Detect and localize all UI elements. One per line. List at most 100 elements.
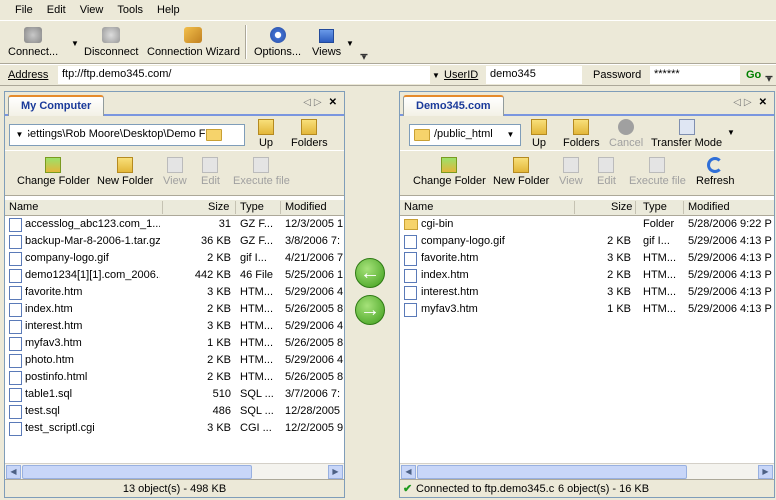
tab-nav-icons[interactable]: ◁▷ ✕ bbox=[733, 97, 770, 108]
go-button[interactable]: Go bbox=[746, 69, 761, 81]
col-name[interactable]: Name bbox=[404, 201, 433, 213]
list-item[interactable]: favorite.htm 3 KB HTM... 5/29/2006 4 bbox=[5, 284, 344, 301]
remote-path-combo[interactable]: /public_html ▼ bbox=[409, 124, 521, 146]
remote-edit-button[interactable]: Edit bbox=[597, 157, 616, 187]
col-modified[interactable]: Modified bbox=[285, 201, 327, 213]
address-dropdown-icon[interactable]: ▼ bbox=[432, 71, 440, 80]
connect-label: Connect... bbox=[8, 46, 59, 58]
list-item[interactable]: demo1234[1][1].com_2006... 442 KB 46 File 5… bbox=[5, 267, 344, 284]
userid-input[interactable]: demo345 bbox=[486, 66, 582, 84]
local-horizontal-scrollbar[interactable]: ◀ ▶ bbox=[5, 463, 344, 479]
local-execute-button[interactable]: Execute file bbox=[233, 157, 290, 187]
list-item[interactable]: backup-Mar-8-2006-1.tar.gz 36 KB GZ F... 3/… bbox=[5, 233, 344, 250]
menu-help[interactable]: Help bbox=[150, 0, 187, 20]
upload-arrow-button[interactable]: → bbox=[355, 295, 385, 325]
menu-edit[interactable]: Edit bbox=[40, 0, 73, 20]
list-item[interactable]: index.htm 2 KB HTM... 5/26/2005 8 bbox=[5, 301, 344, 318]
list-item[interactable]: company-logo.gif 2 KB gif I... 5/29/2006 4:… bbox=[400, 233, 774, 250]
file-icon bbox=[404, 269, 417, 283]
list-item[interactable]: table1.sql 510 SQL ... 3/7/2006 7: bbox=[5, 386, 344, 403]
list-item[interactable]: company-logo.gif 2 KB gif I... 4/21/2006 7 bbox=[5, 250, 344, 267]
file-modified: 5/25/2006 1 bbox=[285, 269, 344, 281]
password-label: Password bbox=[593, 69, 642, 81]
tab-my-computer[interactable]: My Computer bbox=[8, 95, 105, 116]
remote-up-label: Up bbox=[531, 137, 547, 149]
col-type[interactable]: Type bbox=[643, 201, 667, 213]
local-edit-button[interactable]: Edit bbox=[201, 157, 220, 187]
tab-nav-icons[interactable]: ◁▷ ✕ bbox=[303, 97, 340, 108]
scroll-thumb[interactable] bbox=[22, 465, 252, 479]
local-change-folder-label: Change Folder bbox=[17, 175, 90, 187]
cancel-button[interactable]: Cancel bbox=[609, 119, 643, 149]
list-item[interactable]: myfav3.htm 1 KB HTM... 5/29/2006 4:13 P bbox=[400, 301, 774, 318]
scroll-right-icon[interactable]: ▶ bbox=[758, 465, 773, 479]
tab-demo345[interactable]: Demo345.com bbox=[403, 95, 504, 116]
addressbar-overflow-icon[interactable]: ▁ ▾ bbox=[764, 68, 774, 84]
menu-file[interactable]: File bbox=[8, 0, 40, 20]
menu-tools[interactable]: Tools bbox=[110, 0, 150, 20]
file-size: 2 KB bbox=[207, 303, 231, 315]
refresh-button[interactable]: Refresh bbox=[696, 157, 735, 187]
close-icon[interactable]: ✕ bbox=[759, 97, 770, 108]
disconnect-icon bbox=[102, 27, 121, 43]
scroll-left-icon[interactable]: ◀ bbox=[6, 465, 21, 479]
connect-button[interactable]: Connect... bbox=[8, 23, 58, 61]
list-item[interactable]: interest.htm 3 KB HTM... 5/29/2006 4:13 P bbox=[400, 284, 774, 301]
local-up-label: Up bbox=[258, 137, 274, 149]
remote-view-button[interactable]: View bbox=[559, 157, 583, 187]
file-modified: 12/3/2005 1 bbox=[285, 218, 344, 230]
list-item[interactable]: photo.htm 2 KB HTM... 5/29/2006 4 bbox=[5, 352, 344, 369]
list-item[interactable]: postinfo.html 2 KB HTM... 5/26/2005 8 bbox=[5, 369, 344, 386]
list-item[interactable]: test.sql 486 SQL ... 12/28/2005 bbox=[5, 403, 344, 420]
remote-new-folder-button[interactable]: New Folder bbox=[493, 157, 549, 187]
transfer-mode-dropdown-icon[interactable]: ▼ bbox=[727, 128, 735, 137]
views-dropdown-icon[interactable]: ▼ bbox=[346, 39, 354, 48]
local-new-folder-button[interactable]: New Folder bbox=[97, 157, 153, 187]
list-item[interactable]: accesslog_abc123.com_1... 31 GZ F... 12/3/2… bbox=[5, 216, 344, 233]
execute-icon bbox=[253, 157, 270, 173]
list-item[interactable]: favorite.htm 3 KB HTM... 5/29/2006 4:13 P bbox=[400, 250, 774, 267]
refresh-icon bbox=[707, 157, 724, 173]
local-view-button[interactable]: View bbox=[163, 157, 187, 187]
toolbar-overflow-icon[interactable]: ▁ ▾ bbox=[359, 46, 369, 62]
close-icon[interactable]: ✕ bbox=[329, 97, 340, 108]
connect-dropdown-icon[interactable]: ▼ bbox=[71, 39, 79, 48]
remote-change-folder-button[interactable]: Change Folder bbox=[413, 157, 486, 187]
list-item[interactable]: interest.htm 3 KB HTM... 5/29/2006 4 bbox=[5, 318, 344, 335]
password-input[interactable]: ****** bbox=[650, 66, 740, 84]
list-item[interactable]: test_scriptl.cgi 3 KB CGI ... 12/2/2005 9 bbox=[5, 420, 344, 437]
col-type[interactable]: Type bbox=[240, 201, 264, 213]
remote-folders-button[interactable]: Folders bbox=[563, 119, 600, 149]
disconnect-button[interactable]: Disconnect bbox=[84, 23, 138, 61]
scroll-thumb[interactable] bbox=[417, 465, 687, 479]
views-button[interactable]: Views bbox=[312, 23, 341, 61]
local-path-combo[interactable]: Settings\Rob Moore\Desktop\Demo Files ▼ bbox=[9, 124, 245, 146]
local-up-button[interactable]: Up bbox=[258, 119, 274, 149]
options-button[interactable]: Options... bbox=[254, 23, 301, 61]
remote-up-button[interactable]: Up bbox=[531, 119, 547, 149]
file-modified: 5/29/2006 4:13 P bbox=[688, 303, 772, 315]
chevron-down-icon[interactable]: ▼ bbox=[502, 126, 519, 144]
file-type: HTM... bbox=[643, 286, 676, 298]
connection-wizard-button[interactable]: Connection Wizard bbox=[147, 23, 240, 61]
scroll-right-icon[interactable]: ▶ bbox=[328, 465, 343, 479]
local-folders-button[interactable]: Folders bbox=[291, 119, 328, 149]
address-input[interactable]: ftp://ftp.demo345.com/ bbox=[58, 66, 430, 84]
local-change-folder-button[interactable]: Change Folder bbox=[17, 157, 90, 187]
list-item[interactable]: index.htm 2 KB HTM... 5/29/2006 4:13 P bbox=[400, 267, 774, 284]
list-item[interactable]: myfav3.htm 1 KB HTM... 5/26/2005 8 bbox=[5, 335, 344, 352]
download-arrow-button[interactable]: ← bbox=[355, 258, 385, 288]
transfer-mode-button[interactable]: Transfer Mode bbox=[651, 119, 722, 149]
col-name[interactable]: Name bbox=[9, 201, 38, 213]
list-item[interactable]: cgi-bin Folder 5/28/2006 9:22 P bbox=[400, 216, 774, 233]
remote-horizontal-scrollbar[interactable]: ◀ ▶ bbox=[400, 463, 774, 479]
menu-view[interactable]: View bbox=[73, 0, 111, 20]
chevron-down-icon[interactable]: ▼ bbox=[11, 126, 28, 144]
file-type: HTM... bbox=[643, 269, 676, 281]
scroll-left-icon[interactable]: ◀ bbox=[401, 465, 416, 479]
remote-execute-button[interactable]: Execute file bbox=[629, 157, 686, 187]
col-size[interactable]: Size bbox=[208, 201, 229, 213]
file-type: HTM... bbox=[240, 320, 273, 332]
col-modified[interactable]: Modified bbox=[688, 201, 730, 213]
col-size[interactable]: Size bbox=[611, 201, 632, 213]
